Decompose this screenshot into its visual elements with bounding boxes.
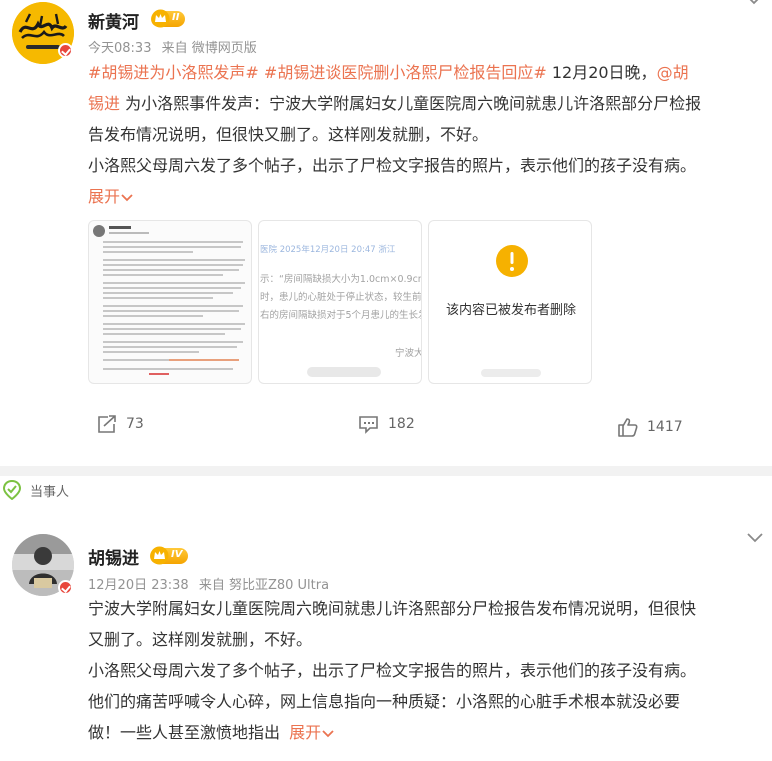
crown-icon bbox=[151, 9, 170, 28]
verified-badge-icon bbox=[58, 43, 73, 58]
hashtag-link[interactable]: #胡锡进谈医院删小洛熙尸检报告回应# bbox=[264, 63, 547, 82]
post-line-5: 做！一些人甚至激愤地指出 展开 bbox=[88, 717, 763, 748]
like-count: 1417 bbox=[647, 419, 683, 435]
deleted-notice: 该内容已被发布者删除 bbox=[445, 303, 576, 318]
post-line-1: 宁波大学附属妇女儿童医院周六晚间就患儿许洛熙部分尸检报告发布情况说明，但很快 bbox=[88, 599, 697, 618]
post-line-3: 告发布情况说明，但很快又删了。这样刚发就删，不好。 bbox=[88, 125, 489, 144]
source-label: 当事人 bbox=[30, 484, 70, 500]
image-text: 时，患儿的心脏处于停止状态，较生前充盈 bbox=[260, 292, 422, 303]
image-thumbnail-3[interactable]: 该内容已被发布者删除 bbox=[428, 220, 592, 384]
image-thumbnail-2[interactable]: 医院 2025年12月20日 20:47 浙江 示：“房间隔缺损大小为1.0cm… bbox=[258, 220, 422, 384]
crown-icon bbox=[150, 546, 169, 565]
post-body: #胡锡进为小洛熙发声# #胡锡进谈医院删小洛熙尸检报告回应# 12月20日晚，@… bbox=[88, 57, 763, 212]
post-screenshot-image bbox=[93, 225, 245, 375]
post-source: 来自 微博网页版 bbox=[161, 41, 257, 56]
post-line-2: 又删了。这样刚发就删，不好。 bbox=[88, 630, 313, 649]
chevron-down-icon[interactable] bbox=[745, 0, 763, 6]
image-text: 示：“房间隔缺损大小为1.0cm×0.9cm” bbox=[260, 274, 422, 285]
post-line-4: 小洛熙父母周六发了多个帖子，出示了尸检文字报告的照片，表示他们的孩子没有病。 bbox=[88, 156, 697, 175]
comment-count: 182 bbox=[388, 416, 415, 432]
image-text: 右的房间隔缺损对于5个月患儿的生长发育 bbox=[260, 310, 422, 321]
post-line-1: #胡锡进为小洛熙发声# #胡锡进谈医院删小洛熙尸检报告回应# 12月20日晚，@… bbox=[88, 57, 763, 88]
mention-link[interactable]: 锡进 bbox=[88, 94, 120, 113]
watermark bbox=[307, 367, 381, 377]
repost-button[interactable]: 73 bbox=[96, 414, 144, 434]
post-source: 来自 努比亚Z80 Ultra bbox=[198, 578, 330, 593]
author-name[interactable]: 新黄河 bbox=[88, 8, 139, 33]
post-line-2: 锡进 为小洛熙事件发声：宁波大学附属妇女儿童医院周六晚间就患儿许洛熙部分尸检报 bbox=[88, 88, 763, 119]
expand-label: 展开 bbox=[289, 723, 322, 742]
thumbs-up-icon bbox=[618, 418, 638, 437]
repost-icon bbox=[98, 415, 116, 433]
mention-link[interactable]: @胡 bbox=[657, 63, 689, 82]
chevron-down-icon bbox=[322, 729, 334, 737]
verified-badge-icon bbox=[58, 580, 73, 595]
level-text: II bbox=[172, 12, 180, 23]
post-line-3: 小洛熙父母周六发了多个帖子，出示了尸检文字报告的照片，表示他们的孩子没有病。 bbox=[88, 661, 697, 680]
author-name[interactable]: 胡锡进 bbox=[88, 544, 139, 569]
post-body: 宁波大学附属妇女儿童医院周六晚间就患儿许洛熙部分尸检报告发布情况说明，但很快 又… bbox=[88, 593, 763, 748]
post-text: 为小洛熙事件发声：宁波大学附属妇女儿童医院周六晚间就患儿许洛熙部分尸检报 bbox=[120, 94, 702, 113]
level-badge: IV bbox=[150, 546, 189, 565]
weibo-post-huxijin: 胡锡进 IV 12月20日 23:38 来自 努比亚Z80 Ultra 宁波大学… bbox=[0, 510, 772, 761]
post-meta: 今天08:33 来自 微博网页版 bbox=[88, 37, 263, 56]
like-button[interactable]: 1417 bbox=[617, 417, 683, 437]
level-badge: II bbox=[151, 9, 186, 28]
post-time[interactable]: 12月20日 23:38 bbox=[88, 578, 189, 593]
image-text: 宁波大学 bbox=[395, 348, 421, 359]
watermark bbox=[481, 369, 541, 377]
expand-link[interactable]: 展开 bbox=[88, 181, 763, 212]
source-label-row: 当事人 bbox=[2, 480, 69, 500]
expand-label: 展开 bbox=[88, 187, 121, 206]
location-pin-icon bbox=[2, 480, 22, 500]
level-text: IV bbox=[171, 549, 183, 560]
image-text: 医院 2025年12月20日 20:47 浙江 bbox=[260, 245, 396, 255]
image-thumbnail-1[interactable] bbox=[88, 220, 252, 384]
action-bar: 73 182 1417 bbox=[0, 414, 772, 440]
hashtag-link[interactable]: #胡锡进为小洛熙发声# bbox=[88, 63, 259, 82]
repost-count: 73 bbox=[126, 416, 144, 432]
post-line-4: 他们的痛苦呼喊令人心碎，网上信息指向一种质疑：小洛熙的心脏手术根本就没必要 bbox=[88, 692, 681, 711]
post-text: 做！一些人甚至激愤地指出 bbox=[88, 723, 281, 742]
chevron-down-icon[interactable] bbox=[746, 532, 764, 544]
weibo-post-xinhuanghe: 新黄河 II 今天08:33 来自 微博网页版 #胡锡进为小洛熙发声# #胡锡进… bbox=[0, 0, 772, 466]
expand-link[interactable]: 展开 bbox=[289, 723, 335, 742]
section-divider bbox=[0, 466, 772, 476]
post-meta: 12月20日 23:38 来自 努比亚Z80 Ultra bbox=[88, 574, 335, 593]
warning-icon bbox=[496, 245, 528, 277]
post-text: 12月20日晚， bbox=[546, 63, 657, 82]
post-time[interactable]: 今天08:33 bbox=[88, 41, 151, 56]
chevron-down-icon bbox=[121, 193, 133, 201]
comment-icon bbox=[359, 416, 378, 434]
comment-button[interactable]: 182 bbox=[358, 414, 415, 434]
